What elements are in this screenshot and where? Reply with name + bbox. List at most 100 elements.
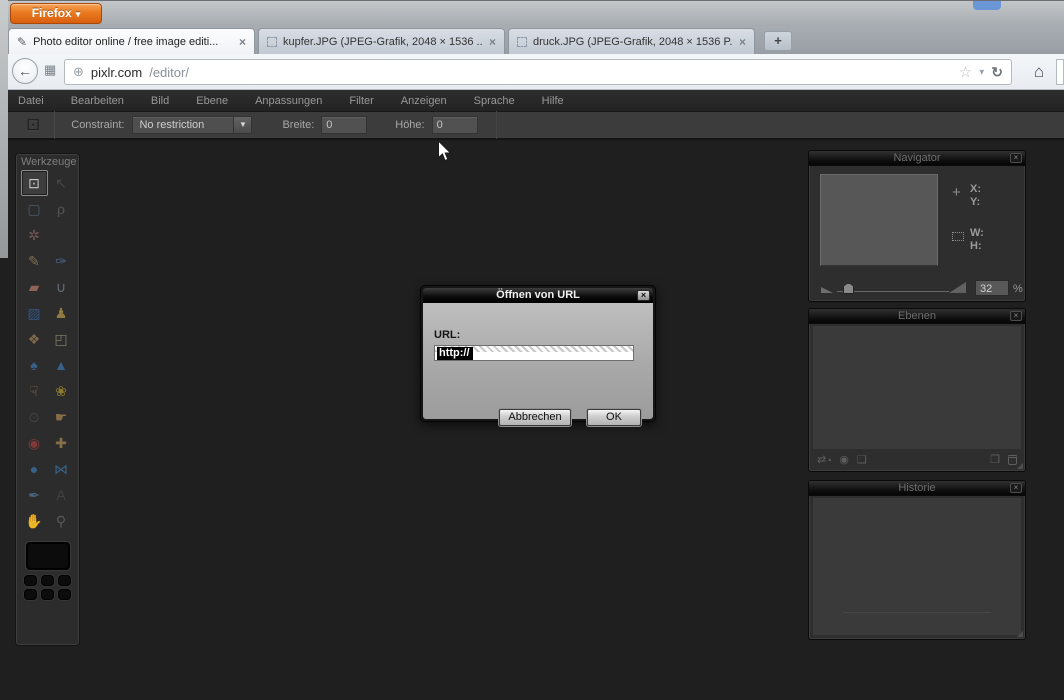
wand-tool[interactable]: ✲ — [21, 222, 48, 248]
burn-tool-icon: ☛ — [54, 408, 68, 425]
eraser-tool[interactable]: ▰ — [21, 274, 48, 300]
url-bar[interactable]: ⊕ pixlr.com /editor/ ☆ ▾ ↻ — [64, 59, 1012, 85]
close-icon[interactable]: × — [637, 290, 650, 301]
new-layer-icon[interactable]: ❐ — [990, 453, 1000, 466]
colorpicker-tool-icon: ✒ — [28, 486, 40, 503]
blur-tool[interactable]: ♠ — [21, 352, 48, 378]
width-input[interactable]: 0 — [321, 116, 368, 134]
cancel-button[interactable]: Abbrechen — [499, 409, 571, 426]
resize-grip-icon[interactable]: ◢ — [1017, 461, 1023, 470]
marquee-tool[interactable]: ▢ — [21, 196, 48, 222]
heal-tool[interactable]: ✚ — [48, 430, 75, 456]
close-icon[interactable]: × — [1010, 483, 1022, 493]
tab-close-icon[interactable]: × — [239, 35, 246, 49]
menu-item-datei[interactable]: Datei — [18, 95, 44, 107]
close-icon[interactable]: × — [1010, 153, 1022, 163]
menu-item-bild[interactable]: Bild — [151, 95, 169, 107]
smudge-tool[interactable]: ☟ — [21, 378, 48, 404]
globe-icon: ⊕ — [73, 64, 84, 79]
image-favicon — [267, 36, 277, 47]
new-tab-button[interactable]: + — [764, 31, 792, 51]
firefox-menu-button[interactable]: Firefox ▾ — [10, 3, 102, 24]
lasso-tool[interactable]: ρ — [48, 196, 75, 222]
move-tool[interactable]: ↖ — [48, 170, 75, 196]
url-dropdown-icon[interactable]: ▾ — [979, 67, 984, 78]
zoom-percent-input[interactable]: 32 — [975, 280, 1009, 296]
tab-close-icon[interactable]: × — [489, 35, 496, 49]
burn-tool[interactable]: ☛ — [48, 404, 75, 430]
close-icon[interactable]: × — [1010, 311, 1022, 321]
hand-tool[interactable]: ✋ — [21, 508, 48, 534]
layers-panel-title[interactable]: Ebenen × — [809, 309, 1025, 324]
clone-stamp-tool[interactable]: ♟ — [48, 300, 75, 326]
pinch-tool[interactable]: ⋈ — [48, 456, 75, 482]
navigator-preview[interactable] — [820, 174, 938, 266]
dodge-tool[interactable]: ⊙ — [21, 404, 48, 430]
menu-item-bearbeiten[interactable]: Bearbeiten — [71, 95, 124, 107]
height-input[interactable]: 0 — [431, 116, 478, 134]
browser-tab-3[interactable]: druck.JPG (JPEG-Grafik, 2048 × 1536 P...… — [508, 28, 755, 54]
sharpen-tool[interactable]: ▲ — [48, 352, 75, 378]
delete-layer-icon[interactable] — [1008, 454, 1017, 465]
resize-grip-icon[interactable]: ◢ — [1017, 629, 1023, 638]
gradient-tool-icon: ▨ — [27, 304, 41, 321]
menu-item-ebene[interactable]: Ebene — [196, 95, 228, 107]
dialog-titlebar[interactable]: Öffnen von URL × — [423, 288, 653, 303]
chevron-down-icon[interactable]: ▼ — [233, 117, 252, 133]
layer-mask-icon[interactable]: ◉ — [839, 453, 849, 466]
url-field[interactable]: http:// — [434, 345, 634, 361]
layer-settings-icon[interactable]: ⇄ — [817, 453, 826, 466]
zoom-tool[interactable]: ⚲ — [48, 508, 75, 534]
red-eye-tool[interactable]: ◉ — [21, 430, 48, 456]
bloat-tool[interactable]: ● — [21, 456, 48, 482]
zoom-slider-thumb[interactable] — [843, 283, 854, 294]
navigator-panel-title[interactable]: Navigator × — [809, 151, 1025, 166]
menu-item-anzeigen[interactable]: Anzeigen — [401, 95, 447, 107]
color-swatch-main[interactable] — [25, 542, 70, 570]
color-swatch[interactable] — [24, 589, 37, 600]
gradient-tool[interactable]: ▨ — [21, 300, 48, 326]
tab-close-icon[interactable]: × — [739, 35, 746, 49]
menu-item-hilfe[interactable]: Hilfe — [542, 95, 564, 107]
sponge-tool[interactable]: ❀ — [48, 378, 75, 404]
zoom-in-wedge[interactable] — [949, 282, 966, 293]
constraint-select[interactable]: No restriction ▼ — [132, 116, 253, 134]
menu-item-anpassungen[interactable]: Anpassungen — [255, 95, 322, 107]
ok-button[interactable]: OK — [587, 409, 641, 426]
color-swatch[interactable] — [24, 575, 37, 586]
reload-icon[interactable]: ↻ — [991, 64, 1003, 81]
colorpicker-tool[interactable]: ✒ — [21, 482, 48, 508]
options-separator — [54, 111, 56, 139]
y-label: Y: — [970, 196, 981, 208]
pencil-tool[interactable]: ✎ — [21, 248, 48, 274]
history-panel-title[interactable]: Historie × — [809, 481, 1025, 496]
layers-toolbar: ⇄ ▴ ◉ ❏ ❐ — [813, 450, 1021, 468]
color-swatch[interactable] — [58, 589, 71, 600]
zoom-out-wedge[interactable] — [821, 287, 833, 293]
layer-settings-arrow-icon[interactable]: ▴ — [828, 456, 831, 463]
search-box-edge[interactable] — [1056, 59, 1064, 85]
menu-item-sprache[interactable]: Sprache — [474, 95, 515, 107]
type-tool-icon: A — [56, 487, 66, 503]
color-replace-tool[interactable]: ❖ — [21, 326, 48, 352]
brush-tool-icon: ✑ — [55, 252, 67, 269]
firefox-button-label: Firefox — [31, 6, 72, 20]
browser-tab-2[interactable]: kupfer.JPG (JPEG-Grafik, 2048 × 1536 ...… — [258, 28, 505, 54]
menu-item-filter[interactable]: Filter — [349, 95, 373, 107]
color-swatch[interactable] — [41, 575, 54, 586]
type-tool[interactable]: A — [48, 482, 75, 508]
draw-tool-icon: ◰ — [54, 330, 68, 347]
heal-tool-icon: ✚ — [55, 434, 67, 451]
color-swatch[interactable] — [41, 589, 54, 600]
draw-tool[interactable]: ◰ — [48, 326, 75, 352]
brush-tool[interactable]: ✑ — [48, 248, 75, 274]
back-button[interactable]: ← — [12, 58, 38, 84]
browser-tab-1[interactable]: ✎ Photo editor online / free image editi.… — [8, 28, 255, 54]
library-icon[interactable]: ▦ — [44, 62, 56, 78]
layer-styles-icon[interactable]: ❏ — [857, 453, 867, 466]
color-swatch[interactable] — [58, 575, 71, 586]
bookmark-star-icon[interactable]: ☆ — [959, 63, 972, 81]
crop-tool[interactable]: ⊡ — [20, 170, 48, 196]
home-button[interactable]: ⌂ — [1026, 59, 1052, 85]
bucket-tool[interactable]: ∪ — [48, 274, 75, 300]
